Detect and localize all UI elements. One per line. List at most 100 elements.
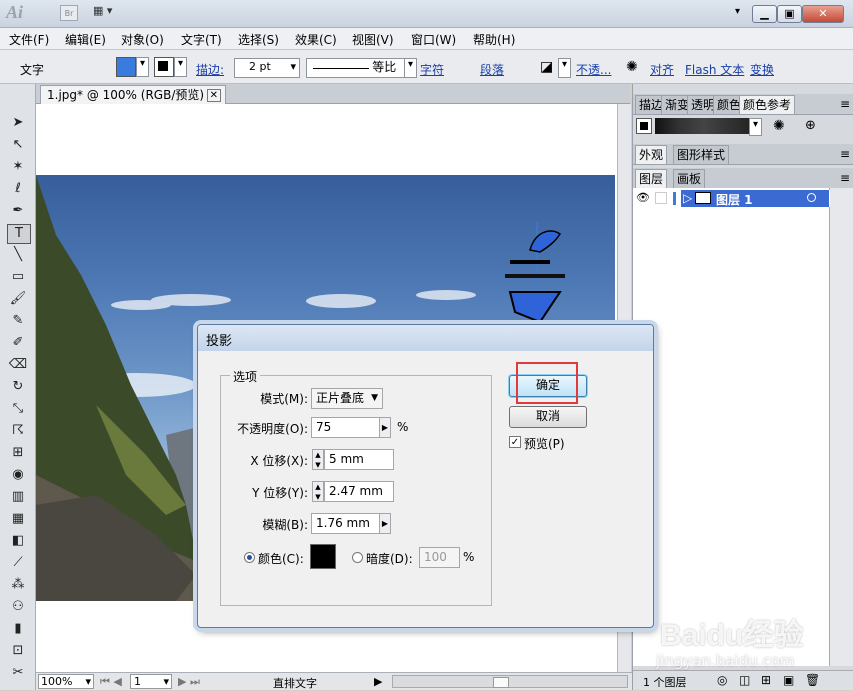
panel-menu-icon[interactable]: ≡ (840, 171, 850, 185)
page-field[interactable]: 1 ▾ (130, 674, 172, 689)
character-link[interactable]: 字符 (420, 61, 444, 78)
symbol-sprayer-tool-icon[interactable]: ⚇ (7, 598, 29, 616)
menu-type[interactable]: 文字(T) (181, 31, 222, 48)
panel-menu-icon[interactable]: ≡ (840, 147, 850, 161)
stroke-profile-dropdown[interactable]: 等比 (306, 58, 416, 78)
paragraph-link[interactable]: 段落 (480, 61, 504, 78)
visibility-eye-icon[interactable]: 👁 (636, 191, 650, 204)
cancel-button[interactable]: 取消 (509, 406, 587, 428)
dialog-title-bar[interactable]: 投影 (198, 325, 653, 351)
darkness-radio[interactable] (352, 552, 363, 563)
blob-brush-tool-icon[interactable]: ✐ (7, 334, 29, 352)
blur-arrow[interactable]: ▶ (379, 513, 391, 534)
tab-artboards[interactable]: 画板 (673, 169, 706, 188)
layers-scrollbar[interactable] (830, 188, 853, 666)
bridge-button[interactable]: Br (60, 5, 78, 21)
menu-help[interactable]: 帮助(H) (473, 31, 515, 48)
opacity-field[interactable]: 75 (311, 417, 381, 438)
direct-selection-tool-icon[interactable]: ↖ (7, 136, 29, 154)
maximize-button[interactable]: ▣ (777, 5, 802, 23)
next-page-icon[interactable]: ▶ ⏭ (178, 675, 200, 689)
status-menu-arrow[interactable]: ▶ (374, 675, 382, 688)
menu-select[interactable]: 选择(S) (238, 31, 279, 48)
opacity-arrow[interactable]: ▶ (379, 417, 391, 438)
tab-color-guide[interactable]: 颜色参考 (739, 95, 796, 114)
tab-graphic-styles[interactable]: 图形样式 (673, 145, 730, 164)
eyedropper-tool-icon[interactable]: ⟋ (7, 554, 29, 572)
recolor-icon[interactable]: ◪ (540, 59, 553, 75)
gear-icon[interactable]: ✺ (773, 118, 785, 134)
gradient-tool-icon[interactable]: ◧ (7, 532, 29, 550)
profile-arrow[interactable]: ▾ (404, 58, 417, 78)
eraser-tool-icon[interactable]: ⌫ (7, 356, 29, 374)
zoom-field[interactable]: 100% ▾ (38, 674, 94, 689)
menu-effect[interactable]: 效果(C) (295, 31, 337, 48)
close-tab-icon[interactable]: ✕ (206, 89, 221, 102)
first-page-icon[interactable]: ⏮ ◀ (100, 675, 122, 689)
pencil-tool-icon[interactable]: ✎ (7, 312, 29, 330)
stroke-swatch[interactable] (154, 57, 174, 77)
y-offset-stepper[interactable]: ▲ ▼ (312, 481, 324, 502)
magic-wand-tool-icon[interactable]: ✶ (7, 158, 29, 176)
shadow-color-swatch[interactable] (310, 544, 336, 569)
harmony-dropdown[interactable]: ▾ (749, 118, 762, 136)
mesh-tool-icon[interactable]: ▦ (7, 510, 29, 528)
transform-link[interactable]: 变换 (750, 61, 774, 78)
recolor-dropdown[interactable]: ▾ (558, 58, 571, 78)
rectangle-tool-icon[interactable]: ▭ (7, 268, 29, 286)
artboard-tool-icon[interactable]: ⊡ (7, 642, 29, 660)
y-offset-field[interactable]: 2.47 mm (324, 481, 394, 502)
layer-row[interactable]: 👁 ▷ 图层 1 (633, 190, 830, 207)
minimize-button[interactable]: ▁ (752, 5, 777, 23)
color-radio[interactable] (244, 552, 255, 563)
menu-object[interactable]: 对象(O) (121, 31, 164, 48)
free-transform-tool-icon[interactable]: ⊞ (7, 444, 29, 462)
blur-field[interactable]: 1.76 mm (311, 513, 381, 534)
darkness-field[interactable]: 100 (419, 547, 460, 568)
x-offset-stepper[interactable]: ▲ ▼ (312, 449, 324, 470)
tab-layers[interactable]: 图层 (635, 169, 668, 188)
arrange-documents-button[interactable]: ▦ ▾ (93, 4, 125, 22)
stroke-dropdown[interactable]: ▾ (174, 57, 187, 77)
gear-icon[interactable]: ✺ (626, 59, 638, 75)
opacity-link[interactable]: 不透... (576, 61, 611, 78)
menu-window[interactable]: 窗口(W) (411, 31, 456, 48)
stroke-link[interactable]: 描边: (196, 61, 224, 78)
lock-toggle[interactable] (655, 192, 667, 204)
target-icon[interactable] (807, 193, 816, 202)
mode-select[interactable]: 正片叠底 ▼ (311, 388, 383, 409)
menu-view[interactable]: 视图(V) (352, 31, 394, 48)
rotate-tool-icon[interactable]: ↻ (7, 378, 29, 396)
slice-tool-icon[interactable]: ✂ (7, 664, 29, 682)
flash-text-link[interactable]: Flash 文本 (685, 61, 744, 78)
new-swatch-icon[interactable]: ⊕ (805, 118, 816, 133)
fill-swatch[interactable] (116, 57, 136, 77)
panel-menu-icon[interactable]: ≡ (840, 97, 850, 111)
line-tool-icon[interactable]: ╲ (7, 246, 29, 264)
stroke-weight-field[interactable]: 2 pt ▾ (234, 58, 300, 78)
horizontal-scrollbar[interactable] (392, 675, 628, 688)
x-offset-field[interactable]: 5 mm (324, 449, 394, 470)
workspace-dropdown[interactable]: ▾ (735, 6, 740, 17)
align-link[interactable]: 对齐 (650, 61, 674, 78)
document-tab[interactable]: 1.jpg* @ 100% (RGB/预览) ✕ (40, 85, 226, 104)
selection-tool-icon[interactable]: ➤ (7, 114, 29, 132)
close-button[interactable]: ✕ (802, 5, 844, 23)
fill-dropdown[interactable]: ▾ (136, 57, 149, 77)
graph-tool-icon[interactable]: ▥ (7, 488, 29, 506)
paintbrush-tool-icon[interactable]: 🖌 (7, 290, 29, 308)
pen-tool-icon[interactable]: ✒ (7, 202, 29, 220)
color-harmony-strip[interactable] (655, 118, 753, 134)
scale-tool-icon[interactable]: ⤡ (7, 400, 29, 418)
vertical-text-object[interactable] (500, 222, 580, 332)
warp-tool-icon[interactable]: ☈ (7, 422, 29, 440)
lasso-tool-icon[interactable]: ℓ (7, 180, 29, 198)
blend-tool-icon[interactable]: ⁂ (7, 576, 29, 594)
menu-edit[interactable]: 编辑(E) (65, 31, 106, 48)
preview-checkbox[interactable]: ✓ (509, 436, 521, 448)
type-tool-icon[interactable]: T (7, 224, 31, 244)
layer-name[interactable]: 图层 1 (716, 191, 753, 208)
base-color-swatch[interactable] (636, 118, 652, 134)
column-graph-tool-icon[interactable]: ▮ (7, 620, 29, 638)
menu-file[interactable]: 文件(F) (9, 31, 49, 48)
